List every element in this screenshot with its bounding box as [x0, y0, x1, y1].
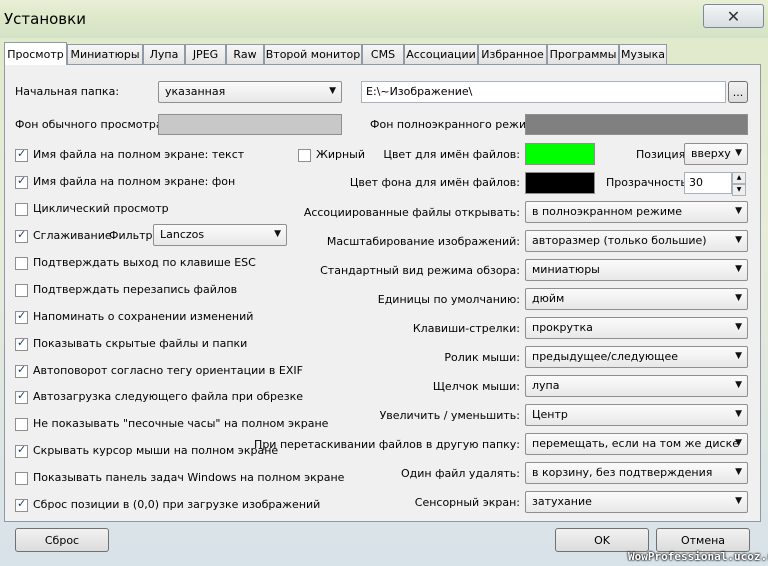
tab-cms[interactable]: CMS [362, 44, 404, 64]
setting-label: Единицы по умолчанию: [377, 293, 520, 306]
position-select[interactable]: вверху ▼ [684, 143, 748, 165]
folder-path-input[interactable]: E:\~Изображение\ [361, 81, 726, 103]
confirm-overwrite-checkbox[interactable] [15, 284, 28, 297]
setting-select[interactable]: дюйм ▼ [525, 288, 748, 310]
reset-pos-checkbox[interactable] [15, 497, 28, 512]
setting-select[interactable]: авторазмер (только большие) ▼ [525, 230, 748, 252]
tab-view[interactable]: Просмотр [4, 42, 67, 65]
setting-label: Клавиши-стрелки: [412, 322, 520, 335]
cyclic-checkbox[interactable] [15, 203, 28, 216]
close-icon: ✕ [726, 6, 741, 26]
start-folder-label: Начальная папка: [15, 85, 120, 98]
browse-button[interactable]: ... [728, 81, 748, 103]
cyclic-label: Циклический просмотр [33, 202, 169, 215]
chevron-down-icon: ▼ [735, 351, 742, 361]
setting-label: Увеличить / уменьшить: [379, 409, 520, 422]
tab-second-monitor[interactable]: Второй монитор [264, 44, 362, 64]
show-hidden-label: Показывать скрытые файлы и папки [33, 337, 248, 350]
transparency-input[interactable]: 30 [684, 172, 732, 194]
setting-label: Один файл удалять: [400, 467, 520, 480]
tab-jpeg[interactable]: JPEG [185, 44, 226, 64]
chevron-down-icon: ▼ [735, 293, 742, 303]
setting-label: Ассоциированные файлы открывать: [303, 206, 520, 219]
show-taskbar-checkbox[interactable] [15, 472, 28, 485]
chevron-down-icon: ▼ [735, 409, 742, 419]
chevron-down-icon: ▼ [735, 148, 742, 158]
tab-favorites[interactable]: Избранное [478, 44, 547, 64]
bg-normal-swatch[interactable] [158, 114, 342, 135]
reset-button[interactable]: Сброс [15, 528, 109, 552]
fullscreen-bg-label: Имя файла на полном экране: фон [33, 175, 236, 188]
name-bg-swatch[interactable] [525, 172, 595, 194]
setting-select[interactable]: в корзину, без подтверждения ▼ [525, 462, 748, 484]
tab-magnifier[interactable]: Лупа [143, 44, 185, 64]
name-bg-label: Цвет фона для имён файлов: [349, 176, 520, 189]
chevron-down-icon: ▼ [735, 467, 742, 477]
smoothing-checkbox[interactable] [15, 228, 28, 243]
show-hidden-checkbox[interactable] [15, 336, 28, 351]
autoload-checkbox[interactable] [15, 389, 28, 404]
chevron-down-icon: ▼ [735, 380, 742, 390]
setting-select[interactable]: затухание ▼ [525, 491, 748, 513]
chevron-down-icon: ▼ [735, 264, 742, 274]
hide-cursor-checkbox[interactable] [15, 443, 28, 458]
close-button[interactable]: ✕ [703, 4, 764, 28]
transparency-label: Прозрачность: [606, 176, 691, 189]
bg-fullscreen-swatch[interactable] [525, 114, 748, 135]
chevron-down-icon: ▼ [735, 322, 742, 332]
fullscreen-text-label: Имя файла на полном экране: текст [33, 148, 245, 161]
setting-select[interactable]: предыдущее/следующее ▼ [525, 346, 748, 368]
no-hourglass-checkbox[interactable] [15, 418, 28, 431]
cancel-button[interactable]: Отмена [656, 528, 750, 552]
autorotate-checkbox[interactable] [15, 363, 28, 378]
window-title: Установки [4, 10, 86, 28]
setting-label: Щелчок мыши: [432, 380, 520, 393]
setting-select[interactable]: прокрутка ▼ [525, 317, 748, 339]
confirm-esc-label: Подтверждать выход по клавише ESC [33, 256, 256, 269]
bg-normal-label: Фон обычного просмотра: [15, 118, 167, 131]
setting-select[interactable]: миниатюры ▼ [525, 259, 748, 281]
spin-up-icon[interactable]: ▲ [732, 172, 746, 184]
setting-select[interactable]: в полноэкранном режиме ▼ [525, 201, 748, 223]
chevron-down-icon: ▼ [735, 438, 742, 448]
remind-save-checkbox[interactable] [15, 309, 28, 324]
setting-select[interactable]: перемещать, если на том же диске ▼ [525, 433, 748, 455]
setting-label: При перетаскивании файлов в другую папку… [254, 438, 520, 451]
chevron-down-icon: ▼ [329, 86, 336, 96]
name-color-label: Цвет для имён файлов: [383, 148, 520, 161]
fullscreen-text-checkbox[interactable] [15, 147, 28, 162]
chevron-down-icon: ▼ [735, 235, 742, 245]
hide-cursor-label: Скрывать курсор мыши на полном экране [33, 444, 279, 457]
bold-checkbox[interactable] [298, 149, 311, 162]
transparency-spinner[interactable]: ▲ ▼ [732, 172, 746, 196]
remind-save-label: Напоминать о сохранении изменений [33, 310, 254, 323]
tab-music[interactable]: Музыка [619, 44, 667, 64]
fullscreen-bg-checkbox[interactable] [15, 174, 28, 189]
setting-select[interactable]: лупа ▼ [525, 375, 748, 397]
filter-label: Фильтр: [109, 229, 157, 242]
ok-button[interactable]: OK [555, 528, 649, 552]
watermark: WowProfessional.ucoz.ru [628, 550, 768, 563]
tab-raw[interactable]: Raw [226, 44, 264, 64]
confirm-esc-checkbox[interactable] [15, 257, 28, 270]
spin-down-icon[interactable]: ▼ [732, 184, 746, 196]
setting-label: Сенсорный экран: [414, 496, 520, 509]
chevron-down-icon: ▼ [735, 496, 742, 506]
autorotate-label: Автоповорот согласно тегу ориентации в E… [33, 364, 303, 377]
tab-programs[interactable]: Программы [547, 44, 619, 64]
smoothing-label: Сглаживание [33, 229, 112, 242]
tab-associations[interactable]: Ассоциации [404, 44, 478, 64]
start-folder-select[interactable]: указанная ▼ [158, 81, 342, 103]
tab-thumbnails[interactable]: Миниатюры [67, 44, 143, 64]
bg-fullscreen-label: Фон полноэкранного режима: [370, 118, 545, 131]
confirm-overwrite-label: Подтверждать перезапись файлов [33, 283, 238, 296]
title-bar: Установки ✕ [0, 0, 768, 38]
position-label: Позиция: [636, 148, 689, 161]
name-color-swatch[interactable] [525, 143, 595, 165]
setting-select[interactable]: Центр ▼ [525, 404, 748, 426]
setting-label: Масштабирование изображений: [326, 235, 520, 248]
setting-label: Стандартный вид режима обзора: [320, 264, 520, 277]
setting-label: Ролик мыши: [444, 351, 520, 364]
chevron-down-icon: ▼ [735, 206, 742, 216]
